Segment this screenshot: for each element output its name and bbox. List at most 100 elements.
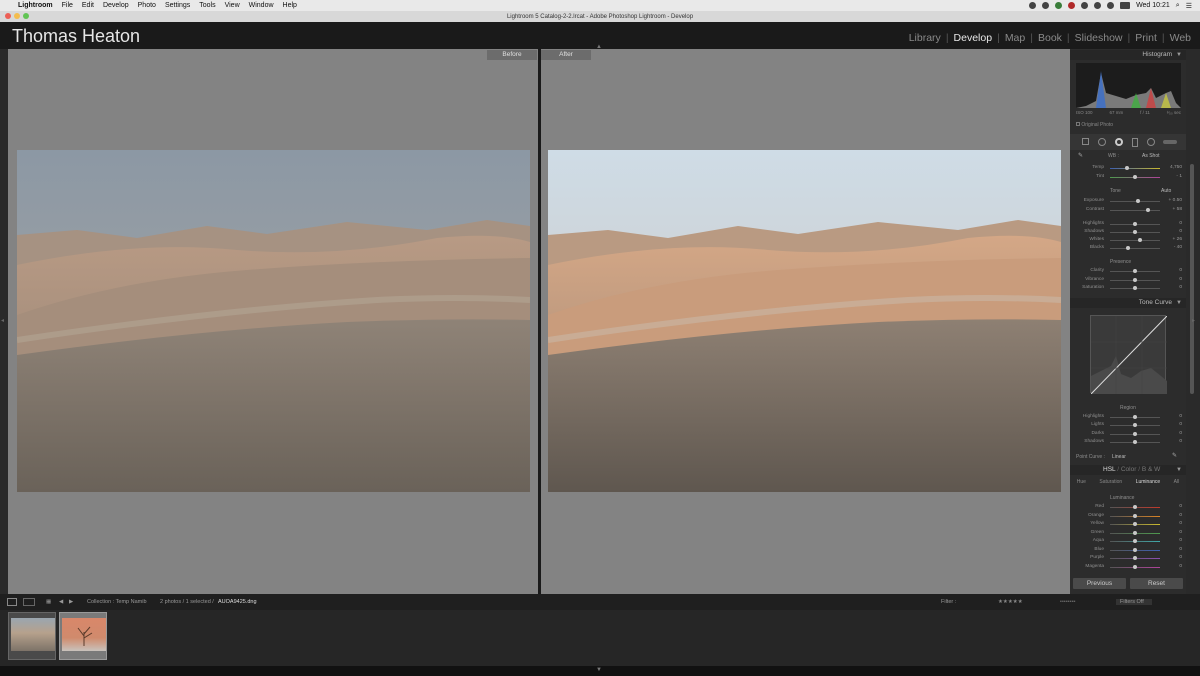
red-eye-icon[interactable] <box>1115 138 1123 146</box>
module-library[interactable]: Library <box>906 32 944 44</box>
filmstrip-thumbnail[interactable] <box>59 612 107 660</box>
slider-value[interactable]: 0 <box>1179 414 1182 419</box>
slider-value[interactable]: 0 <box>1179 422 1182 427</box>
slider-knob[interactable] <box>1133 222 1137 226</box>
slider-value[interactable]: - 40 <box>1174 245 1182 250</box>
slider-value[interactable]: 0 <box>1179 547 1182 552</box>
second-window-icon[interactable] <box>23 598 35 606</box>
tab-luminance[interactable]: Luminance <box>1136 479 1160 485</box>
close-window-button[interactable] <box>5 13 11 19</box>
purple-slider[interactable]: Purple 0 <box>1074 554 1182 562</box>
slider-knob[interactable] <box>1133 440 1137 445</box>
identity-plate[interactable]: Thomas Heaton <box>12 26 140 47</box>
tone-curve-header[interactable]: Tone Curve ▼ <box>1070 298 1186 308</box>
slider-value[interactable]: 0 <box>1179 564 1182 569</box>
reset-button[interactable]: Reset <box>1130 578 1183 589</box>
slider-value[interactable]: + 26 <box>1173 237 1182 242</box>
volume-icon[interactable] <box>1107 2 1115 9</box>
wb-eyedropper-icon[interactable]: ✎ <box>1078 152 1083 159</box>
slider-value[interactable]: 0 <box>1179 277 1182 282</box>
slider-knob[interactable] <box>1133 522 1137 526</box>
menu-tools[interactable]: Tools <box>199 2 215 9</box>
tab-all[interactable]: All <box>1174 479 1180 485</box>
slider-value[interactable]: 0 <box>1179 538 1182 543</box>
green-slider[interactable]: Green 0 <box>1074 529 1182 537</box>
slider-track[interactable] <box>1110 210 1160 211</box>
slider-knob[interactable] <box>1133 505 1137 509</box>
slider-track[interactable] <box>1110 240 1160 241</box>
module-map[interactable]: Map <box>1002 32 1028 44</box>
expand-left-panel-icon[interactable]: ◂ <box>1 317 4 324</box>
slider-value[interactable]: 0 <box>1179 521 1182 526</box>
slider-knob[interactable] <box>1133 556 1137 560</box>
menu-window[interactable]: Window <box>249 2 274 9</box>
shadows-slider[interactable]: Shadows 0 <box>1074 228 1182 236</box>
yellow-slider[interactable]: Yellow 0 <box>1074 520 1182 528</box>
exposure-slider[interactable]: Exposure + 0.50 <box>1074 197 1182 205</box>
minimize-window-button[interactable] <box>14 13 20 19</box>
slider-knob[interactable] <box>1133 230 1137 234</box>
wifi-icon[interactable] <box>1094 2 1102 9</box>
collapse-triangle-icon[interactable]: ▼ <box>1176 298 1182 308</box>
highlights-slider[interactable]: Highlights 0 <box>1074 413 1182 421</box>
orange-slider[interactable]: Orange 0 <box>1074 512 1182 520</box>
slider-track[interactable] <box>1110 248 1160 249</box>
tint-slider[interactable]: Tint - 1 <box>1074 173 1182 181</box>
saturation-slider[interactable]: Saturation 0 <box>1074 284 1182 292</box>
slider-value[interactable]: 0 <box>1179 229 1182 234</box>
temp-knob[interactable] <box>1125 166 1129 170</box>
lights-slider[interactable]: Lights 0 <box>1074 421 1182 429</box>
battery-icon[interactable] <box>1120 2 1131 9</box>
slider-knob[interactable] <box>1133 564 1137 569</box>
red-slider[interactable]: Red 0 <box>1074 503 1182 511</box>
collection-source[interactable]: Collection : Temp Namib <box>87 599 147 605</box>
tint-knob[interactable] <box>1133 175 1137 179</box>
panel-scrollbar[interactable] <box>1190 164 1194 394</box>
menu-lightroom[interactable]: Lightroom <box>18 2 53 9</box>
shadows-slider[interactable]: Shadows 0 <box>1074 438 1182 446</box>
module-web[interactable]: Web <box>1167 32 1194 44</box>
after-photo[interactable] <box>548 150 1061 492</box>
histogram-header[interactable]: Histogram ▼ <box>1070 50 1186 60</box>
blacks-slider[interactable]: Blacks - 40 <box>1074 244 1182 252</box>
slider-value[interactable]: 0 <box>1179 285 1182 290</box>
tab-hue[interactable]: Hue <box>1077 479 1086 485</box>
zoom-window-button[interactable] <box>23 13 29 19</box>
aqua-slider[interactable]: Aqua 0 <box>1074 537 1182 545</box>
module-print[interactable]: Print <box>1132 32 1160 44</box>
slider-knob[interactable] <box>1133 547 1137 552</box>
after-pane[interactable]: After <box>541 49 1070 594</box>
status-icon[interactable] <box>1068 2 1076 9</box>
status-icon[interactable] <box>1055 2 1063 9</box>
contrast-slider[interactable]: Contrast + 58 <box>1074 206 1182 214</box>
slider-value[interactable]: 0 <box>1179 268 1182 273</box>
left-panel-rail[interactable]: ◂ <box>0 49 8 594</box>
filters-off-select[interactable]: Filters Off <box>1116 599 1152 605</box>
main-window-icon[interactable] <box>7 598 17 606</box>
slider-knob[interactable] <box>1133 269 1137 273</box>
dropbox-icon[interactable] <box>1081 2 1089 9</box>
slider-knob[interactable] <box>1133 415 1137 419</box>
color-title[interactable]: Color <box>1121 466 1137 473</box>
adjustment-brush-icon[interactable] <box>1163 140 1177 144</box>
status-icon[interactable] <box>1029 2 1037 9</box>
slider-value[interactable]: 0 <box>1179 439 1182 444</box>
slider-knob[interactable] <box>1133 423 1137 428</box>
forward-arrow-icon[interactable]: ▶ <box>69 599 73 605</box>
selected-filename[interactable]: AUOA9425.dng <box>218 599 257 605</box>
slider-value[interactable]: + 58 <box>1173 207 1182 212</box>
slider-knob[interactable] <box>1145 208 1150 212</box>
rating-filter[interactable]: ★★★★★ <box>998 599 1023 605</box>
hsl-title[interactable]: HSL <box>1103 466 1115 473</box>
temp-slider[interactable]: Temp 4,750 <box>1074 164 1182 172</box>
hsl-header[interactable]: HSL / Color / B & W ▼ <box>1070 465 1186 475</box>
slider-knob[interactable] <box>1133 513 1137 518</box>
collapse-bottom-panel-icon[interactable]: ▼ <box>596 667 602 673</box>
tint-value[interactable]: - 1 <box>1176 174 1182 179</box>
slider-value[interactable]: 0 <box>1179 221 1182 226</box>
slider-knob[interactable] <box>1125 246 1130 250</box>
original-photo-toggle[interactable]: Original Photo <box>1076 122 1113 128</box>
spotlight-icon[interactable]: ⌕ <box>1176 2 1180 10</box>
slider-track[interactable] <box>1110 201 1160 202</box>
temp-value[interactable]: 4,750 <box>1170 165 1182 170</box>
